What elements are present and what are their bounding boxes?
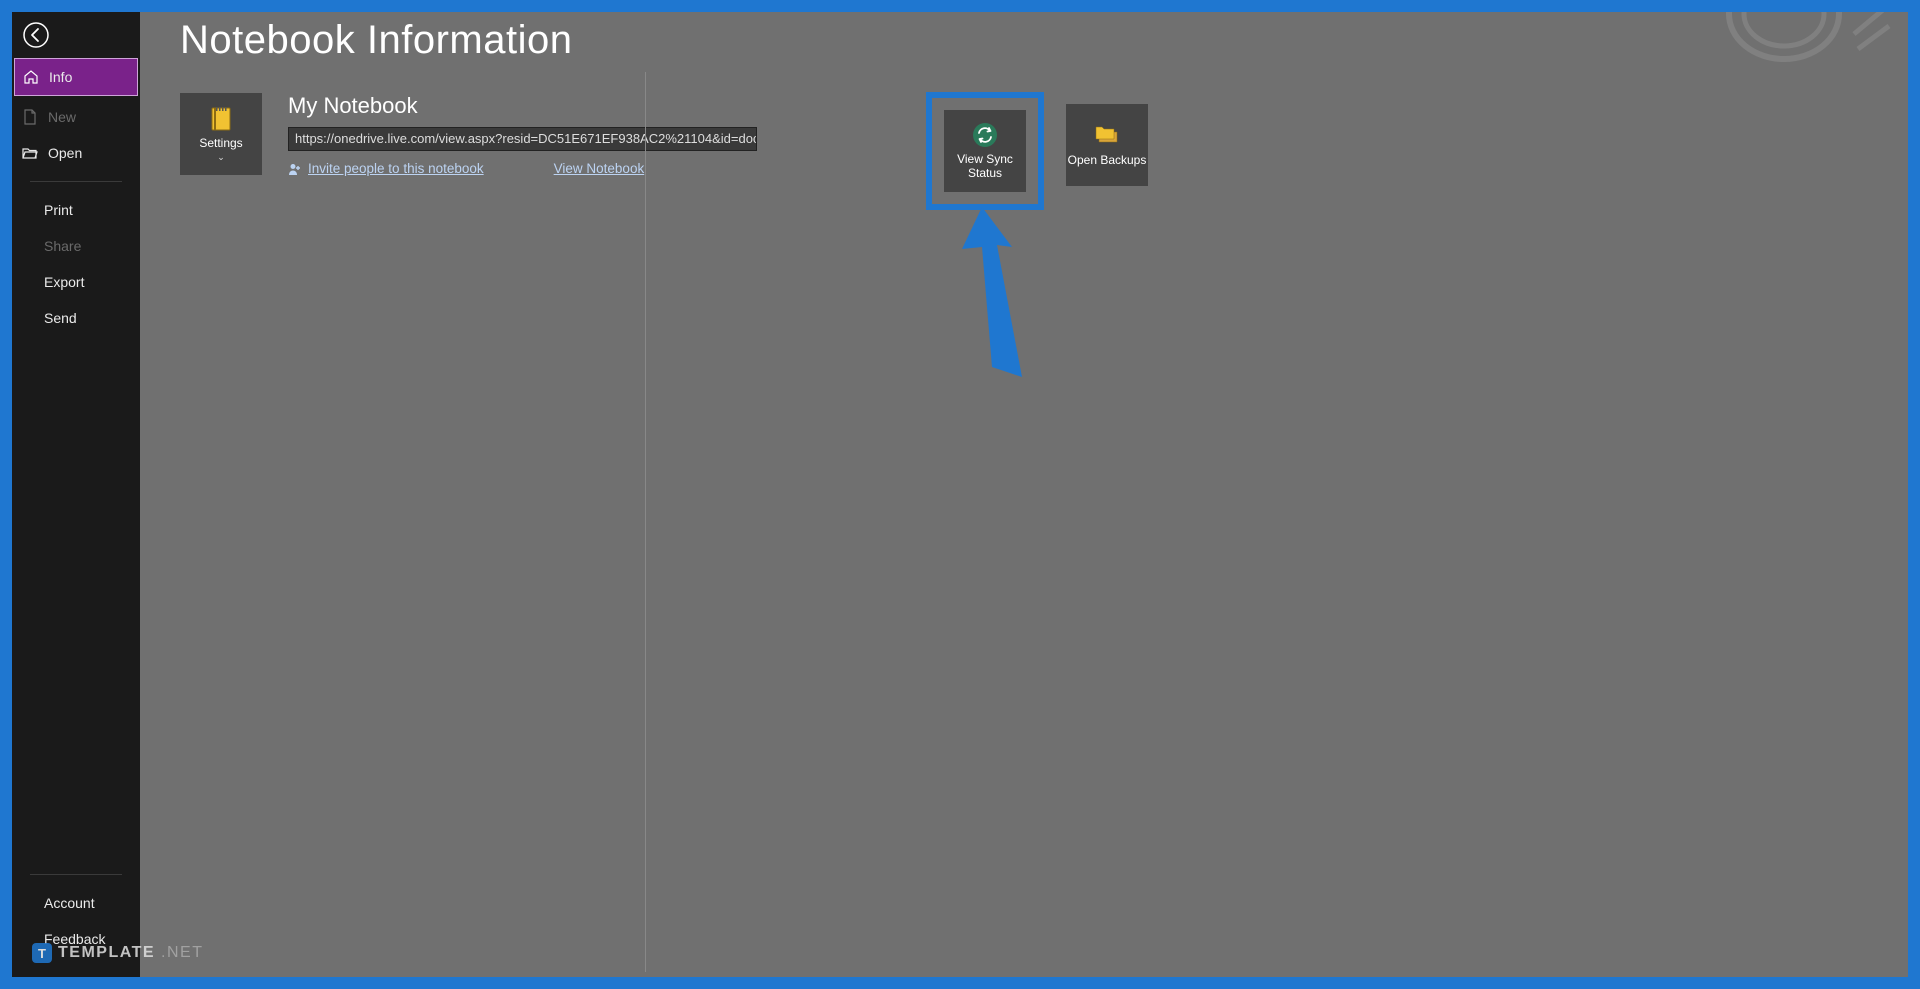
sidebar-item-label: Info — [49, 69, 72, 85]
back-arrow-icon — [23, 22, 49, 51]
page-title: Notebook Information — [140, 12, 1908, 63]
open-backups-button[interactable]: Open Backups — [1066, 104, 1148, 186]
annotation-highlight: View Sync Status — [926, 92, 1044, 210]
sidebar-item-label: Print — [44, 202, 73, 218]
link-label: View Notebook — [554, 161, 645, 176]
person-add-icon — [288, 162, 302, 176]
sidebar-item-export[interactable]: Export — [12, 264, 140, 300]
corner-decoration — [1724, 12, 1894, 69]
notebook-url-field[interactable]: https://onedrive.live.com/view.aspx?resi… — [288, 127, 757, 151]
view-sync-status-button[interactable]: View Sync Status — [944, 110, 1026, 192]
tile-label: Settings — [199, 137, 242, 151]
sidebar-item-label: Send — [44, 310, 77, 326]
sidebar-item-label: Account — [44, 895, 95, 911]
sidebar-item-label: Open — [48, 145, 82, 161]
annotation-arrow — [952, 207, 1042, 392]
tile-label: Open Backups — [1068, 154, 1147, 168]
content-divider — [645, 72, 646, 972]
sync-icon — [971, 121, 999, 149]
tile-label: View Sync Status — [944, 153, 1026, 181]
sidebar-item-share: Share — [12, 228, 140, 264]
sidebar-item-account[interactable]: Account — [12, 885, 140, 921]
back-button[interactable] — [16, 16, 56, 56]
notebook-links: Invite people to this notebook View Note… — [288, 161, 757, 176]
app-window: Info New Open Print Share — [12, 12, 1908, 977]
folders-icon — [1093, 122, 1121, 150]
action-tiles: View Sync Status Open Backups — [926, 92, 1148, 210]
watermark-badge-icon: T — [32, 943, 52, 963]
page-icon — [22, 109, 38, 125]
watermark-brand: TEMPLATE — [58, 944, 155, 962]
notebook-name: My Notebook — [288, 93, 757, 119]
settings-button[interactable]: Settings ⌄ — [180, 93, 262, 175]
sidebar-item-new: New — [12, 99, 140, 135]
sidebar-item-label: Export — [44, 274, 84, 290]
sidebar-item-print[interactable]: Print — [12, 192, 140, 228]
sidebar-divider — [30, 874, 122, 875]
home-icon — [23, 69, 39, 85]
notebook-icon — [207, 105, 235, 133]
sidebar-divider — [30, 181, 122, 182]
backstage-sidebar: Info New Open Print Share — [12, 12, 140, 977]
watermark: T TEMPLATE .NET — [32, 943, 203, 963]
link-label: Invite people to this notebook — [308, 161, 484, 176]
notebook-details: My Notebook https://onedrive.live.com/vi… — [288, 93, 757, 176]
view-notebook-link[interactable]: View Notebook — [554, 161, 645, 176]
main-content: Notebook Information Settings ⌄ My Noteb… — [140, 12, 1908, 977]
sidebar-item-send[interactable]: Send — [12, 300, 140, 336]
sidebar-item-open[interactable]: Open — [12, 135, 140, 171]
sidebar-item-label: Share — [44, 238, 81, 254]
invite-people-link[interactable]: Invite people to this notebook — [288, 161, 484, 176]
watermark-suffix: .NET — [161, 944, 203, 962]
folder-open-icon — [22, 145, 38, 161]
sidebar-item-info[interactable]: Info — [14, 58, 138, 96]
chevron-down-icon: ⌄ — [217, 152, 225, 163]
sidebar-item-label: New — [48, 109, 76, 125]
